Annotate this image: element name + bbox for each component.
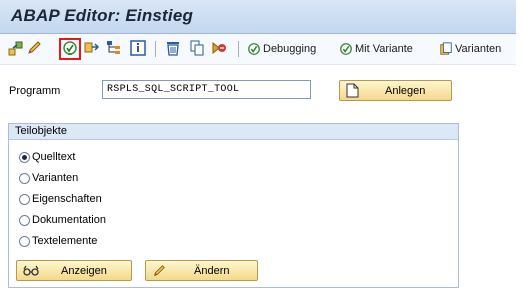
execute-debug-icon — [248, 43, 260, 55]
program-input[interactable]: RSPLS_SQL_SCRIPT_TOOL — [102, 80, 311, 99]
create-document-icon — [346, 83, 359, 98]
subobjects-group: Teilobjekte Quelltext Varianten Eigensch… — [8, 123, 459, 288]
window-edge — [516, 0, 522, 295]
delete-icon[interactable] — [165, 40, 181, 56]
mit-variante-label: Mit Variante — [355, 43, 413, 55]
window-title: ABAP Editor: Einstieg — [11, 6, 194, 25]
debug-settings-icon[interactable] — [211, 40, 227, 56]
varianten-label: Varianten — [455, 43, 502, 55]
varianten-button[interactable]: Varianten — [439, 40, 501, 58]
radio-textelemente[interactable]: Textelemente — [19, 235, 97, 247]
radio-button[interactable] — [19, 214, 30, 226]
program-label: Programm — [9, 85, 61, 97]
radio-button[interactable] — [19, 235, 30, 247]
toolbar-separator — [238, 41, 239, 57]
radio-label: Textelemente — [32, 235, 98, 247]
radio-label: Varianten — [32, 172, 79, 184]
display-glasses-icon — [23, 265, 39, 276]
radio-label: Dokumentation — [32, 214, 106, 226]
title-bar: ABAP Editor: Einstieg — [0, 0, 516, 34]
subobjects-header: Teilobjekte — [9, 124, 458, 140]
debugging-button[interactable]: Debugging — [247, 40, 316, 58]
anzeigen-button[interactable]: Anzeigen — [16, 260, 132, 281]
hierarchy-icon[interactable] — [106, 40, 122, 56]
radio-button[interactable] — [19, 193, 30, 205]
highlight-box — [59, 38, 81, 60]
radio-dokumentation[interactable]: Dokumentation — [19, 214, 106, 226]
radio-varianten[interactable]: Varianten — [19, 172, 78, 184]
info-icon[interactable] — [130, 40, 146, 56]
execute-variant-icon — [340, 43, 352, 55]
anlegen-label: Anlegen — [385, 85, 426, 97]
debugging-label: Debugging — [263, 43, 317, 55]
radio-eigenschaften[interactable]: Eigenschaften — [19, 193, 102, 205]
subobjects-title: Teilobjekte — [15, 125, 67, 137]
radio-label: Eigenschaften — [32, 193, 102, 205]
aendern-button[interactable]: Ändern — [145, 260, 258, 281]
where-used-icon[interactable] — [8, 40, 24, 56]
radio-button[interactable] — [19, 151, 30, 163]
radio-quelltext[interactable]: Quelltext — [19, 151, 75, 163]
aendern-label: Ändern — [194, 265, 230, 277]
change-pencil-icon — [153, 265, 165, 277]
anzeigen-label: Anzeigen — [61, 265, 107, 277]
variants-icon — [440, 42, 452, 55]
mit-variante-button[interactable]: Mit Variante — [339, 40, 413, 58]
radio-button[interactable] — [19, 172, 30, 184]
anlegen-button[interactable]: Anlegen — [339, 80, 452, 101]
other-object-icon[interactable] — [84, 40, 100, 56]
toolbar-separator — [155, 41, 156, 57]
copy-icon[interactable] — [189, 40, 205, 56]
radio-label: Quelltext — [32, 151, 76, 163]
change-pencil-icon[interactable] — [26, 40, 42, 56]
